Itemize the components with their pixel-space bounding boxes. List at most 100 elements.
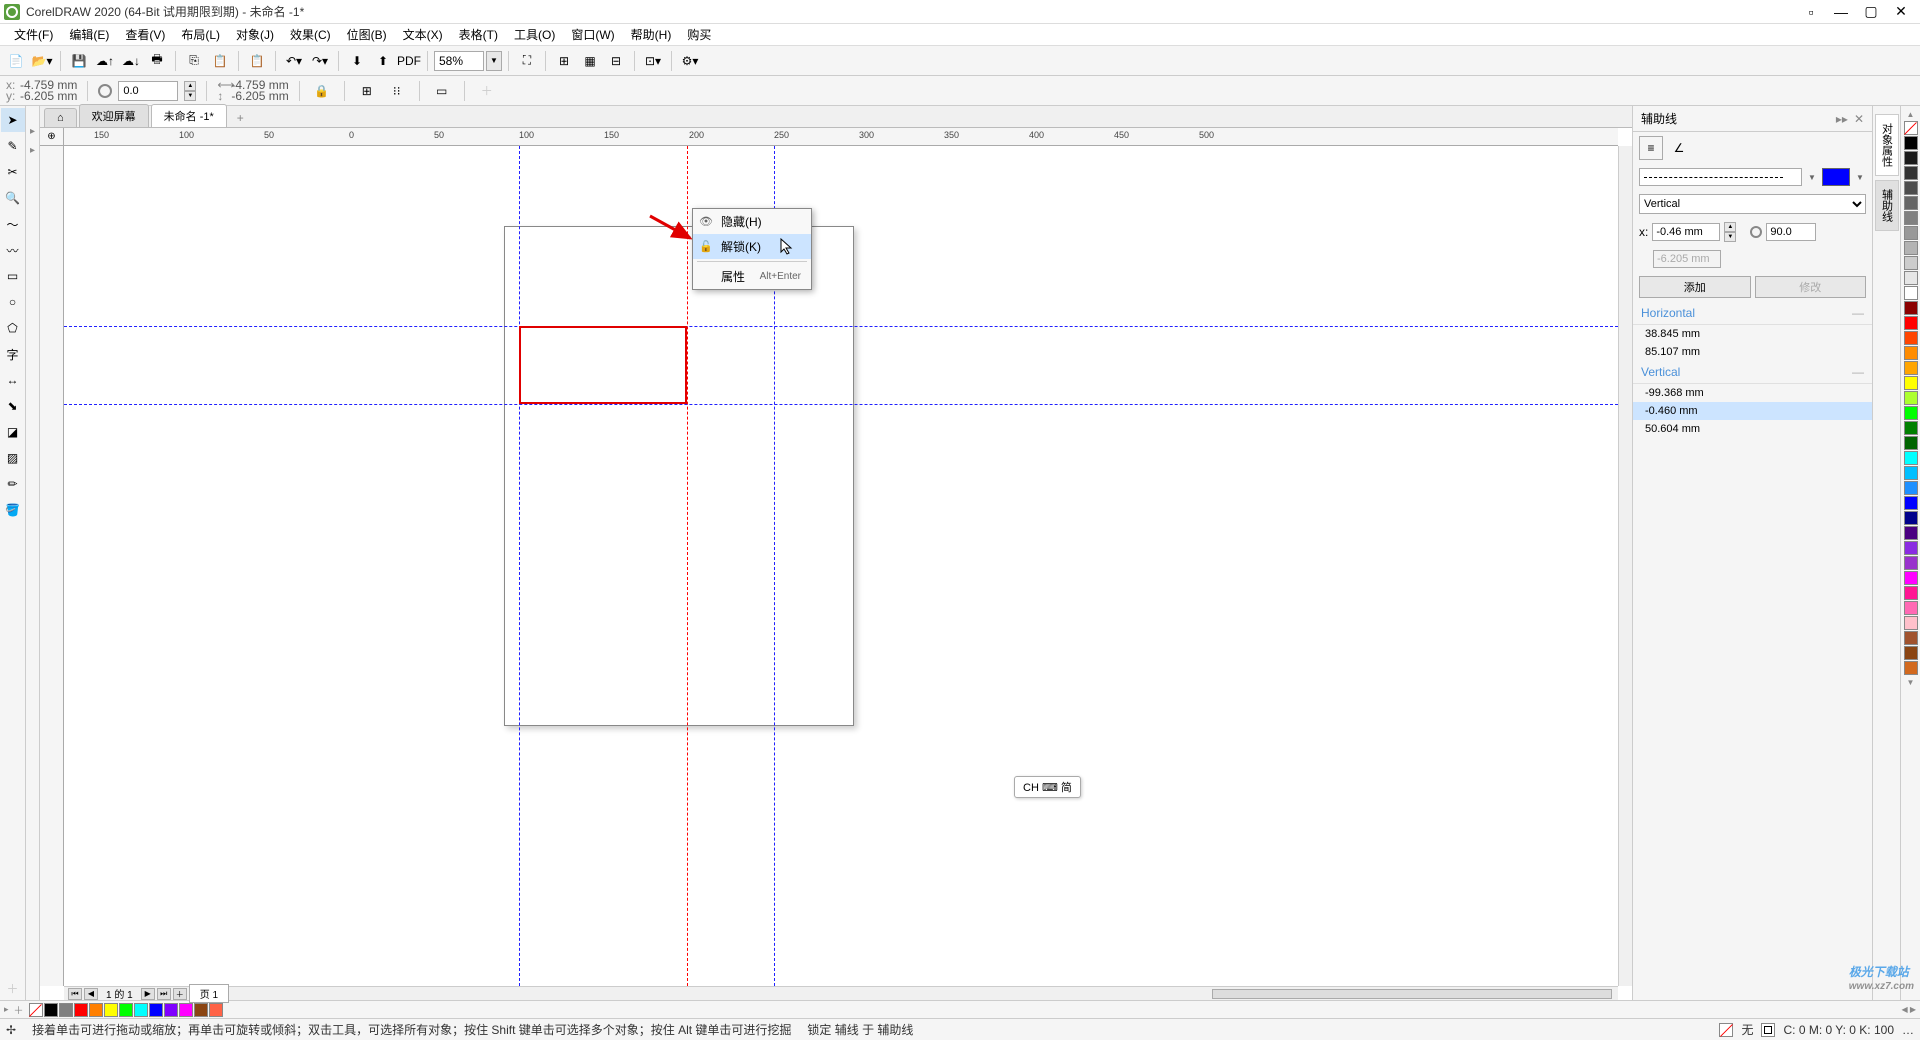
menu-object[interactable]: 对象(J) <box>228 24 282 45</box>
zoom-dropdown-icon[interactable]: ▼ <box>486 51 502 71</box>
restore-small-icon[interactable]: ▫ <box>1796 2 1826 22</box>
publish-pdf-icon[interactable]: PDF <box>397 49 421 73</box>
no-color-swatch[interactable] <box>29 1003 43 1017</box>
tab-add-icon[interactable]: + <box>229 109 252 127</box>
distribute-icon[interactable]: ⁝⁝ <box>385 79 409 103</box>
color-swatch[interactable] <box>1904 211 1918 225</box>
flyout-item-icon[interactable]: ▸ <box>30 126 35 137</box>
horizontal-section-header[interactable]: Horizontal— <box>1633 302 1872 325</box>
close-icon[interactable]: ✕ <box>1886 2 1916 22</box>
dropshadow-tool-icon[interactable]: ◪ <box>1 420 25 444</box>
docker-close-icon[interactable]: ✕ <box>1854 112 1864 126</box>
outline-swatch-icon[interactable] <box>1761 1023 1775 1037</box>
color-swatch[interactable] <box>1904 181 1918 195</box>
color-swatch[interactable] <box>1904 631 1918 645</box>
color-swatch[interactable] <box>1904 376 1918 390</box>
color-swatch[interactable] <box>1904 316 1918 330</box>
tab-home-icon[interactable]: ⌂ <box>44 108 77 127</box>
palette-scroll-up-icon[interactable]: ▲ <box>1907 110 1915 119</box>
line-style-preview[interactable] <box>1639 168 1802 186</box>
doc-color-swatch[interactable] <box>104 1003 118 1017</box>
page-prev-icon[interactable]: ◀ <box>84 988 98 1000</box>
eyedropper-tool-icon[interactable]: ✏ <box>1 472 25 496</box>
color-swatch[interactable] <box>1904 586 1918 600</box>
doc-color-swatch[interactable] <box>59 1003 73 1017</box>
color-swatch[interactable] <box>1904 466 1918 480</box>
add-tool-placeholder-icon[interactable]: ＋ <box>1 976 25 1000</box>
menu-edit[interactable]: 编辑(E) <box>61 24 117 45</box>
align-icon[interactable]: ⊞ <box>355 79 379 103</box>
tab-welcome[interactable]: 欢迎屏幕 <box>79 104 149 127</box>
color-swatch[interactable] <box>1904 271 1918 285</box>
guide-item-selected[interactable]: -0.460 mm <box>1633 402 1872 420</box>
shape-tool-icon[interactable]: ✎ <box>1 134 25 158</box>
x-spinner[interactable]: ▲▼ <box>1724 222 1736 242</box>
rectangle-tool-icon[interactable]: ▭ <box>1 264 25 288</box>
doc-palette-add-icon[interactable]: ＋ <box>14 1002 24 1017</box>
order-icon[interactable]: ▭ <box>430 79 454 103</box>
crop-tool-icon[interactable]: ✂ <box>1 160 25 184</box>
options-icon[interactable]: ⚙▾ <box>678 49 702 73</box>
menu-text[interactable]: 文本(X) <box>395 24 451 45</box>
page-tab[interactable]: 页 1 <box>189 984 229 1003</box>
page-last-icon[interactable]: ⏭ <box>157 988 171 1000</box>
color-swatch[interactable] <box>1904 451 1918 465</box>
color-swatch[interactable] <box>1904 241 1918 255</box>
guide-vertical[interactable] <box>519 146 520 986</box>
color-swatch[interactable] <box>1904 526 1918 540</box>
canvas[interactable]: CH ⌨ 简 <box>64 146 1618 986</box>
color-swatch[interactable] <box>1904 136 1918 150</box>
menu-help[interactable]: 帮助(H) <box>623 24 680 45</box>
guides-icon[interactable]: ⊟ <box>604 49 628 73</box>
open-icon[interactable]: 📂▾ <box>30 49 54 73</box>
color-swatch[interactable] <box>1904 166 1918 180</box>
pick-tool-icon[interactable]: ➤ <box>1 108 25 132</box>
doc-color-swatch[interactable] <box>119 1003 133 1017</box>
maximize-icon[interactable]: ▢ <box>1856 2 1886 22</box>
horizontal-scrollbar[interactable]: ⏮ ◀ 1 的 1 ▶ ⏭ ＋ 页 1 <box>64 986 1618 1000</box>
ruler-origin-icon[interactable]: ⊕ <box>40 128 64 146</box>
lock-icon[interactable]: 🔒 <box>310 79 334 103</box>
canvas-viewport[interactable]: ⊕ 150 100 50 0 50 100 150 200 250 300 35… <box>40 128 1632 1000</box>
color-swatch[interactable] <box>1904 496 1918 510</box>
guide-item[interactable]: 50.604 mm <box>1633 420 1872 438</box>
page-add-icon[interactable]: ＋ <box>173 988 187 1000</box>
grid-icon[interactable]: ▦ <box>578 49 602 73</box>
new-doc-icon[interactable]: 📄 <box>4 49 28 73</box>
doc-color-swatch[interactable] <box>209 1003 223 1017</box>
ctx-hide[interactable]: 👁 隐藏(H) <box>693 209 811 234</box>
menu-layout[interactable]: 布局(L) <box>173 24 228 45</box>
undo-icon[interactable]: ↶▾ <box>282 49 306 73</box>
color-swatch[interactable] <box>1904 391 1918 405</box>
color-swatch[interactable] <box>1904 151 1918 165</box>
vertical-scrollbar[interactable] <box>1618 146 1632 986</box>
color-swatch[interactable] <box>1904 616 1918 630</box>
vtab-object-props[interactable]: 对象属性 <box>1875 114 1899 176</box>
doc-color-swatch[interactable] <box>89 1003 103 1017</box>
print-icon[interactable]: 🖶 <box>145 49 169 73</box>
redo-icon[interactable]: ↷▾ <box>308 49 332 73</box>
color-swatch[interactable] <box>1904 436 1918 450</box>
menu-table[interactable]: 表格(T) <box>451 24 506 45</box>
guide-vertical-selected[interactable] <box>687 146 688 986</box>
color-swatch[interactable] <box>1904 331 1918 345</box>
menu-buy[interactable]: 购买 <box>679 24 719 45</box>
doc-color-swatch[interactable] <box>179 1003 193 1017</box>
guide-horizontal[interactable] <box>64 326 1618 327</box>
doc-color-swatch[interactable] <box>74 1003 88 1017</box>
copy-icon[interactable]: ⎘ <box>182 49 206 73</box>
rotation-input[interactable] <box>118 81 178 101</box>
doc-color-swatch[interactable] <box>149 1003 163 1017</box>
tab-document[interactable]: 未命名 -1* <box>151 104 227 127</box>
transparency-tool-icon[interactable]: ▨ <box>1 446 25 470</box>
ellipse-tool-icon[interactable]: ○ <box>1 290 25 314</box>
guide-horizontal-icon[interactable]: ≡ <box>1639 136 1663 160</box>
rotation-spinner[interactable]: ▲▼ <box>184 81 196 101</box>
menu-tools[interactable]: 工具(O) <box>506 24 563 45</box>
paste-icon[interactable]: 📋 <box>208 49 232 73</box>
guide-color-swatch[interactable] <box>1822 168 1850 186</box>
vertical-section-header[interactable]: Vertical— <box>1633 361 1872 384</box>
page-next-icon[interactable]: ▶ <box>141 988 155 1000</box>
add-guide-button[interactable]: 添加 <box>1639 276 1751 298</box>
color-swatch[interactable] <box>1904 481 1918 495</box>
